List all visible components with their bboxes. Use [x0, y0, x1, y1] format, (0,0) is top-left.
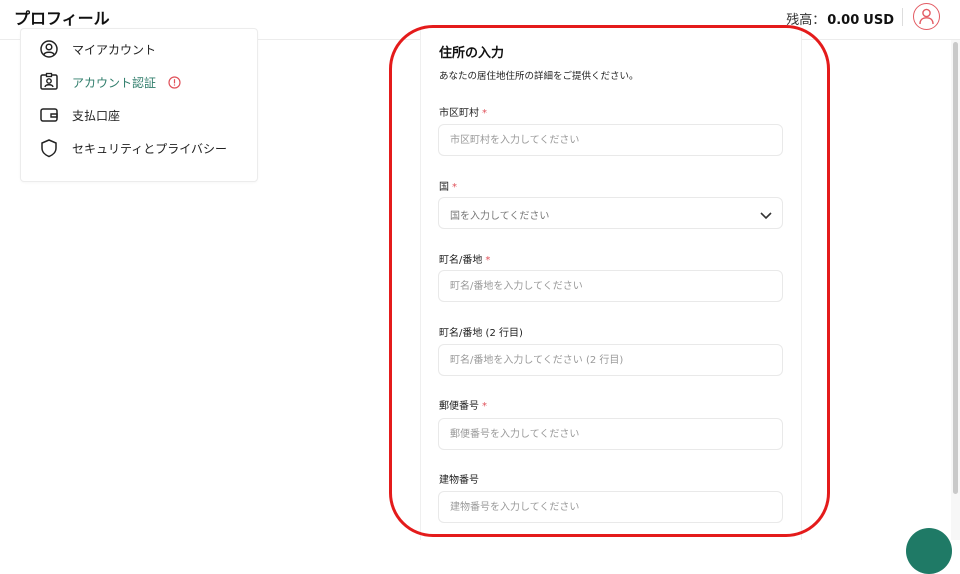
city-input[interactable] — [438, 124, 783, 156]
balance-display: 残高： 0.00 USD — [786, 9, 894, 28]
shield-icon — [39, 138, 59, 158]
street2-input[interactable] — [438, 344, 783, 376]
user-circle-icon[interactable] — [913, 3, 940, 30]
wallet-icon — [39, 105, 59, 125]
sidebar-item-label: セキュリティとプライバシー — [72, 141, 228, 156]
sidebar-item-label: マイアカウント — [72, 42, 157, 57]
street2-label: 町名/番地 (2 行目) — [439, 324, 523, 339]
country-select[interactable]: 国を入力してください — [438, 197, 783, 229]
page-title: プロフィール — [14, 9, 110, 28]
street-label: 町名/番地 * — [439, 251, 490, 266]
building-number-input[interactable] — [438, 491, 783, 523]
form-title: 住所の入力 — [439, 46, 505, 61]
city-label: 市区町村 * — [439, 104, 487, 119]
sidebar-item-my-account[interactable]: マイアカウント — [39, 37, 156, 61]
chat-button[interactable] — [906, 528, 952, 574]
user-circle-icon — [39, 39, 59, 59]
required-mark: * — [485, 255, 491, 266]
country-label: 国 * — [439, 178, 457, 193]
street2-label-text: 町名/番地 (2 行目) — [439, 328, 523, 339]
street-input[interactable] — [438, 270, 783, 302]
profile-sidebar: マイアカウント アカウント認証 支払口座 セキュリティとプライバシー — [20, 28, 258, 182]
required-mark: * — [482, 108, 487, 119]
required-mark: * — [452, 182, 457, 193]
country-select-placeholder: 国を入力してください — [450, 211, 550, 222]
header-divider — [902, 8, 903, 26]
sidebar-item-label: 支払口座 — [72, 108, 121, 123]
postal-code-input[interactable] — [438, 418, 783, 450]
balance-amount: 0.00 — [827, 13, 860, 28]
balance-currency: USD — [863, 13, 894, 28]
scrollbar-thumb[interactable] — [953, 42, 958, 494]
street-label-text: 町名/番地 — [439, 255, 483, 266]
country-label-text: 国 — [439, 182, 449, 193]
postal-code-label-text: 郵便番号 — [439, 401, 479, 412]
alert-circle-icon — [168, 75, 181, 89]
sidebar-item-payment-accounts[interactable]: 支払口座 — [39, 103, 120, 127]
sidebar-item-security-privacy[interactable]: セキュリティとプライバシー — [39, 136, 227, 160]
form-subtitle: あなたの居住地住所の詳細をご提供ください。 — [439, 71, 639, 82]
postal-code-label: 郵便番号 * — [439, 397, 487, 412]
city-label-text: 市区町村 — [439, 108, 479, 119]
building-number-label: 建物番号 — [439, 471, 479, 486]
sidebar-item-account-verification[interactable]: アカウント認証 — [39, 70, 181, 94]
chevron-down-icon — [759, 207, 773, 226]
building-number-label-text: 建物番号 — [439, 475, 479, 486]
balance-label: 残高： — [786, 13, 826, 28]
sidebar-item-label: アカウント認証 — [72, 75, 157, 90]
required-mark: * — [482, 401, 487, 412]
id-card-icon — [39, 72, 59, 92]
